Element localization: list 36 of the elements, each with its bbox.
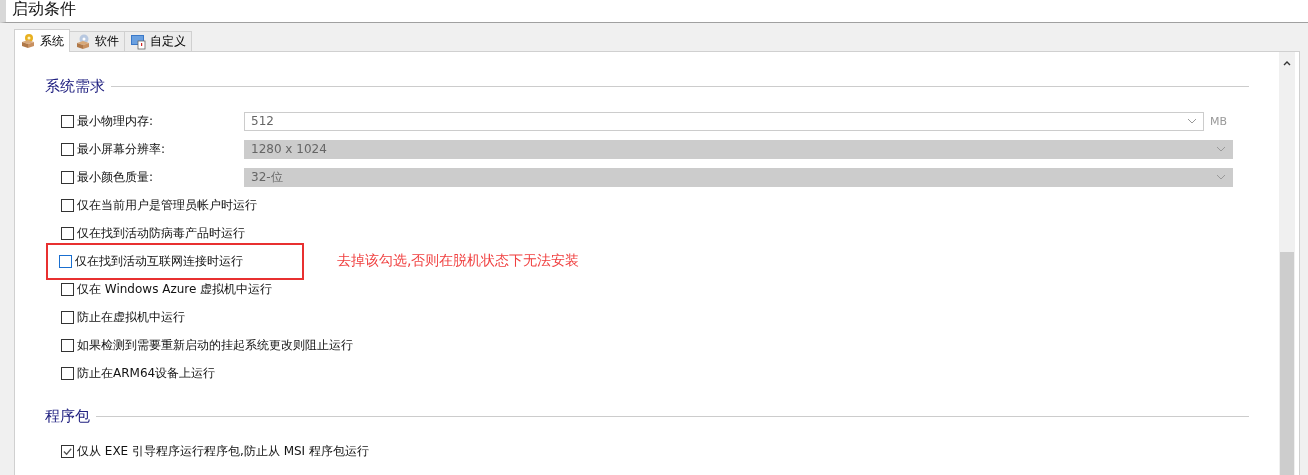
tab[interactable]: 系统 <box>14 29 70 52</box>
checkbox[interactable] <box>61 366 74 380</box>
chevron-down-icon <box>1216 146 1226 152</box>
scroll-up-icon[interactable] <box>1283 60 1291 66</box>
checkbox-label: 仅在找到活动互联网连接时运行 <box>75 252 243 270</box>
checkbox[interactable] <box>61 282 74 296</box>
tab[interactable]: 自定义 <box>124 31 192 51</box>
checkbox-label: 如果检测到需要重新启动的挂起系统更改则阻止运行 <box>77 336 353 354</box>
checkbox-label: 仅在找到活动防病毒产品时运行 <box>77 224 245 242</box>
checkbox-label: 仅在当前用户是管理员帐户时运行 <box>77 196 257 214</box>
checkbox[interactable] <box>61 226 74 240</box>
checkbox-label: 仅从 EXE 引导程序运行程序包,防止从 MSI 程序包运行 <box>77 442 369 460</box>
checkbox-label: 最小屏幕分辨率: <box>77 140 166 158</box>
checkbox-label: 防止在ARM64设备上运行 <box>77 364 216 382</box>
checkbox-label: 仅在 Windows Azure 虚拟机中运行 <box>77 280 273 298</box>
section-title: 系统需求 <box>45 76 105 96</box>
window-title: 启动条件 <box>12 0 76 18</box>
section-title: 程序包 <box>45 406 90 426</box>
checkbox[interactable] <box>61 444 74 458</box>
scrollbar[interactable] <box>1279 52 1295 475</box>
checkbox[interactable] <box>61 198 74 212</box>
chevron-down-icon <box>1216 174 1226 180</box>
dropdown[interactable]: 512 <box>244 111 1204 131</box>
checkbox[interactable] <box>61 114 74 128</box>
checkbox[interactable] <box>61 338 74 352</box>
chevron-down-icon <box>1187 118 1197 124</box>
annotation-text: 去掉该勾选,否则在脱机状态下无法安装 <box>337 252 580 270</box>
unit-label: MB <box>1210 114 1228 128</box>
checkbox[interactable] <box>61 310 74 324</box>
checkbox-label: 防止在虚拟机中运行 <box>77 308 185 326</box>
box-disc-icon <box>75 33 91 50</box>
tab[interactable]: 软件 <box>69 31 125 51</box>
checkbox-label: 最小物理内存: <box>77 112 154 130</box>
checkbox-label: 最小颜色质量: <box>77 168 154 186</box>
box-gear-icon <box>20 33 36 49</box>
checkbox[interactable] <box>59 254 72 268</box>
